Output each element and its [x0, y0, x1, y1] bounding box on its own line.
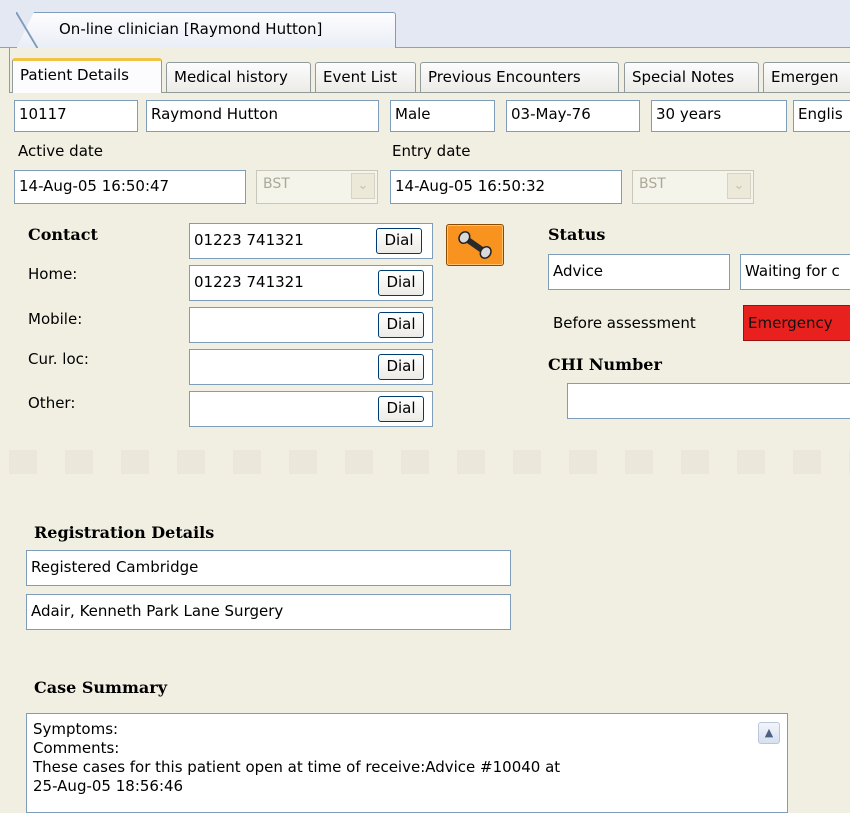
contact-label-cur-loc: Cur. loc:: [28, 350, 89, 368]
dial-button-home[interactable]: Dial: [378, 270, 424, 296]
main-tab-edge: [16, 12, 38, 49]
chevron-down-icon: ⌄: [351, 173, 375, 199]
dial-button-mobile[interactable]: Dial: [378, 312, 424, 338]
tab-special-notes[interactable]: Special Notes: [624, 62, 759, 92]
patient-sex-field[interactable]: Male: [390, 100, 495, 132]
entry-date-label: Entry date: [392, 142, 471, 160]
entry-timezone-select: BST ⌄: [632, 170, 754, 204]
patient-dob-field[interactable]: 03-May-76: [506, 100, 640, 132]
active-timezone-select: BST ⌄: [256, 170, 378, 204]
patient-name-field[interactable]: Raymond Hutton: [146, 100, 379, 132]
call-button[interactable]: [446, 224, 504, 266]
patient-language-field[interactable]: Englis: [793, 100, 850, 132]
contact-label-mobile: Mobile:: [28, 310, 83, 328]
dial-button-other[interactable]: Dial: [378, 396, 424, 422]
waiting-status-field[interactable]: Waiting for c: [740, 254, 850, 290]
case-summary-heading: Case Summary: [34, 678, 167, 697]
tab-patient-details[interactable]: Patient Details: [12, 58, 162, 93]
chevron-down-icon: ⌄: [727, 173, 751, 199]
case-summary-textarea[interactable]: Symptoms: Comments: These cases for this…: [26, 713, 788, 813]
contact-label-other: Other:: [28, 394, 76, 412]
telephone-handset-icon: [458, 231, 492, 259]
case-summary-line: 25-Aug-05 18:56:46: [33, 777, 184, 795]
registration-heading: Registration Details: [34, 523, 215, 542]
registration-practice-field[interactable]: Adair, Kenneth Park Lane Surgery: [26, 594, 511, 630]
active-date-label: Active date: [18, 142, 103, 160]
dial-button-main[interactable]: Dial: [376, 228, 422, 254]
section-divider: [9, 450, 850, 474]
dial-button-cur-loc[interactable]: Dial: [378, 354, 424, 380]
status-field[interactable]: Advice: [548, 254, 730, 290]
before-assessment-label: Before assessment: [553, 314, 696, 332]
case-summary-line: Symptoms:: [33, 720, 119, 738]
patient-age-field[interactable]: 30 years: [651, 100, 787, 132]
main-window-tab[interactable]: On-line clinician [Raymond Hutton]: [16, 12, 396, 49]
tab-previous-encounters[interactable]: Previous Encounters: [420, 62, 619, 92]
active-date-field[interactable]: 14-Aug-05 16:50:47: [14, 170, 246, 204]
chi-number-heading: CHI Number: [548, 355, 662, 374]
contact-heading: Contact: [28, 225, 98, 244]
tab-emergency[interactable]: Emergen: [763, 62, 850, 92]
priority-badge: Emergency: [743, 305, 850, 341]
case-summary-line: These cases for this patient open at tim…: [33, 758, 561, 776]
status-heading: Status: [548, 225, 606, 244]
entry-date-field[interactable]: 14-Aug-05 16:50:32: [390, 170, 622, 204]
active-timezone-value: BST: [263, 176, 290, 192]
contact-label-home: Home:: [28, 265, 78, 283]
case-summary-line: Comments:: [33, 739, 120, 757]
scroll-up-arrow-icon[interactable]: ▲: [758, 722, 780, 744]
patient-id-field[interactable]: 10117: [14, 100, 138, 132]
chi-number-field[interactable]: [567, 383, 850, 419]
tab-event-list[interactable]: Event List: [315, 62, 416, 92]
tab-medical-history[interactable]: Medical history: [166, 62, 311, 92]
registration-location-field[interactable]: Registered Cambridge: [26, 550, 511, 586]
entry-timezone-value: BST: [639, 176, 666, 192]
